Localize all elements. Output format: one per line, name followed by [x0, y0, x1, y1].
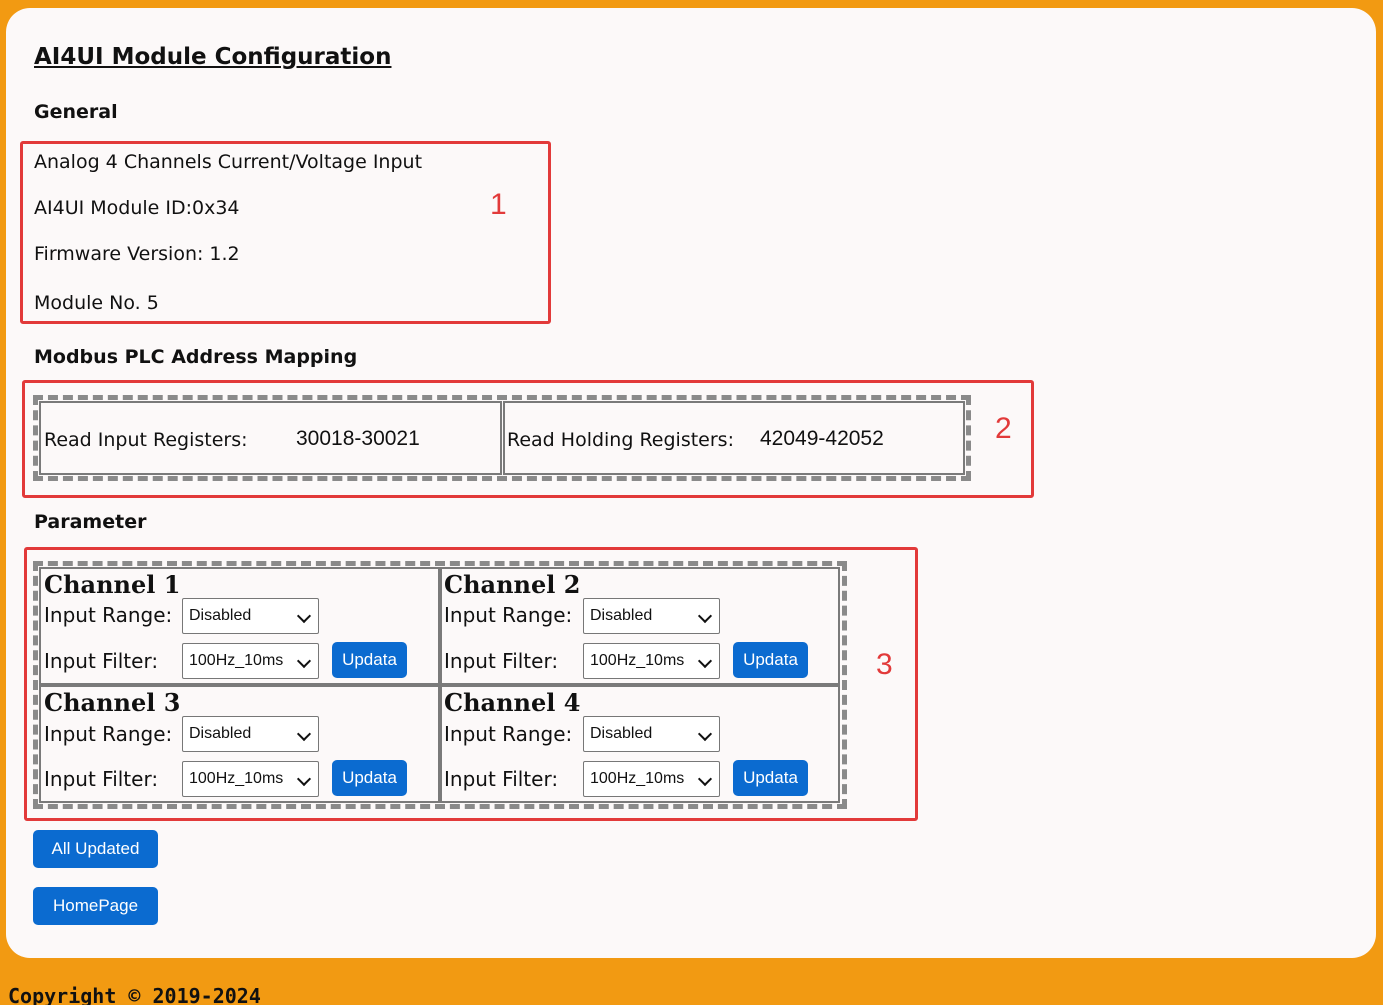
chevron-down-icon [296, 771, 312, 787]
read-holding-label: Read Holding Registers: [507, 429, 734, 451]
channel-1-input-range-select[interactable]: Disabled [182, 598, 319, 634]
channel-4-title: Channel 4 [444, 688, 581, 717]
channel-2-input-filter-value: 100Hz_10ms [590, 652, 685, 669]
channel-3-input-range-value: Disabled [189, 725, 252, 742]
chevron-down-icon [697, 726, 713, 742]
channel-1-input-filter-value: 100Hz_10ms [189, 652, 284, 669]
channel-4-input-filter-select[interactable]: 100Hz_10ms [583, 761, 720, 797]
module-id: AI4UI Module ID:0x34 [34, 197, 240, 219]
modbus-heading: Modbus PLC Address Mapping [34, 346, 358, 368]
general-heading: General [34, 101, 118, 123]
channel-3-input-filter-value: 100Hz_10ms [189, 770, 284, 787]
channel-1-update-button[interactable]: Updata [332, 642, 407, 678]
channel-1-input-filter-select[interactable]: 100Hz_10ms [182, 643, 319, 679]
channel-3-title: Channel 3 [44, 688, 181, 717]
channel-1-title: Channel 1 [44, 570, 181, 599]
chevron-down-icon [296, 726, 312, 742]
annotation-label-1: 1 [490, 188, 507, 221]
parameter-heading: Parameter [34, 511, 147, 533]
channel-3-input-range-select[interactable]: Disabled [182, 716, 319, 752]
channel-1-cell: Channel 1 Input Range: Disabled Input Fi… [39, 567, 440, 685]
channel-4-input-range-value: Disabled [590, 725, 653, 742]
chevron-down-icon [697, 771, 713, 787]
channel-2-input-range-select[interactable]: Disabled [583, 598, 720, 634]
channel-4-input-range-label: Input Range: [444, 722, 573, 746]
channel-3-cell: Channel 3 Input Range: Disabled Input Fi… [39, 685, 440, 803]
channel-2-update-button[interactable]: Updata [733, 642, 808, 678]
page-title: AI4UI Module Configuration [34, 44, 392, 70]
channel-2-input-range-value: Disabled [590, 607, 653, 624]
read-holding-cell: Read Holding Registers: 42049-42052 [503, 401, 965, 475]
chevron-down-icon [296, 653, 312, 669]
module-description: Analog 4 Channels Current/Voltage Input [34, 151, 423, 173]
channel-4-input-range-select[interactable]: Disabled [583, 716, 720, 752]
channel-2-cell: Channel 2 Input Range: Disabled Input Fi… [440, 567, 840, 685]
chevron-down-icon [296, 608, 312, 624]
homepage-button[interactable]: HomePage [33, 887, 158, 925]
channel-3-update-button[interactable]: Updata [332, 760, 407, 796]
footer-copyright: Copyright © 2019-2024 [8, 984, 261, 1005]
chevron-down-icon [697, 608, 713, 624]
channel-1-input-range-value: Disabled [189, 607, 252, 624]
annotation-label-3: 3 [876, 648, 893, 681]
firmware-version: Firmware Version: 1.2 [34, 243, 240, 265]
channel-2-input-range-label: Input Range: [444, 603, 573, 627]
channel-4-update-button[interactable]: Updata [733, 760, 808, 796]
channel-4-input-filter-label: Input Filter: [444, 767, 559, 791]
channel-2-input-filter-select[interactable]: 100Hz_10ms [583, 643, 720, 679]
channel-1-input-filter-label: Input Filter: [44, 649, 159, 673]
all-updated-button[interactable]: All Updated [33, 830, 158, 868]
channel-1-input-range-label: Input Range: [44, 603, 173, 627]
chevron-down-icon [697, 653, 713, 669]
channel-3-input-filter-label: Input Filter: [44, 767, 159, 791]
channel-3-input-range-label: Input Range: [44, 722, 173, 746]
read-input-value: 30018-30021 [296, 427, 420, 450]
channel-4-cell: Channel 4 Input Range: Disabled Input Fi… [440, 685, 840, 803]
channel-4-input-filter-value: 100Hz_10ms [590, 770, 685, 787]
annotation-label-2: 2 [995, 412, 1012, 445]
channel-2-input-filter-label: Input Filter: [444, 649, 559, 673]
channel-2-title: Channel 2 [444, 570, 581, 599]
read-input-label: Read Input Registers: [44, 429, 248, 451]
read-holding-value: 42049-42052 [760, 427, 884, 450]
read-input-cell: Read Input Registers: 30018-30021 [39, 401, 502, 475]
channel-3-input-filter-select[interactable]: 100Hz_10ms [182, 761, 319, 797]
module-number: Module No. 5 [34, 292, 159, 314]
